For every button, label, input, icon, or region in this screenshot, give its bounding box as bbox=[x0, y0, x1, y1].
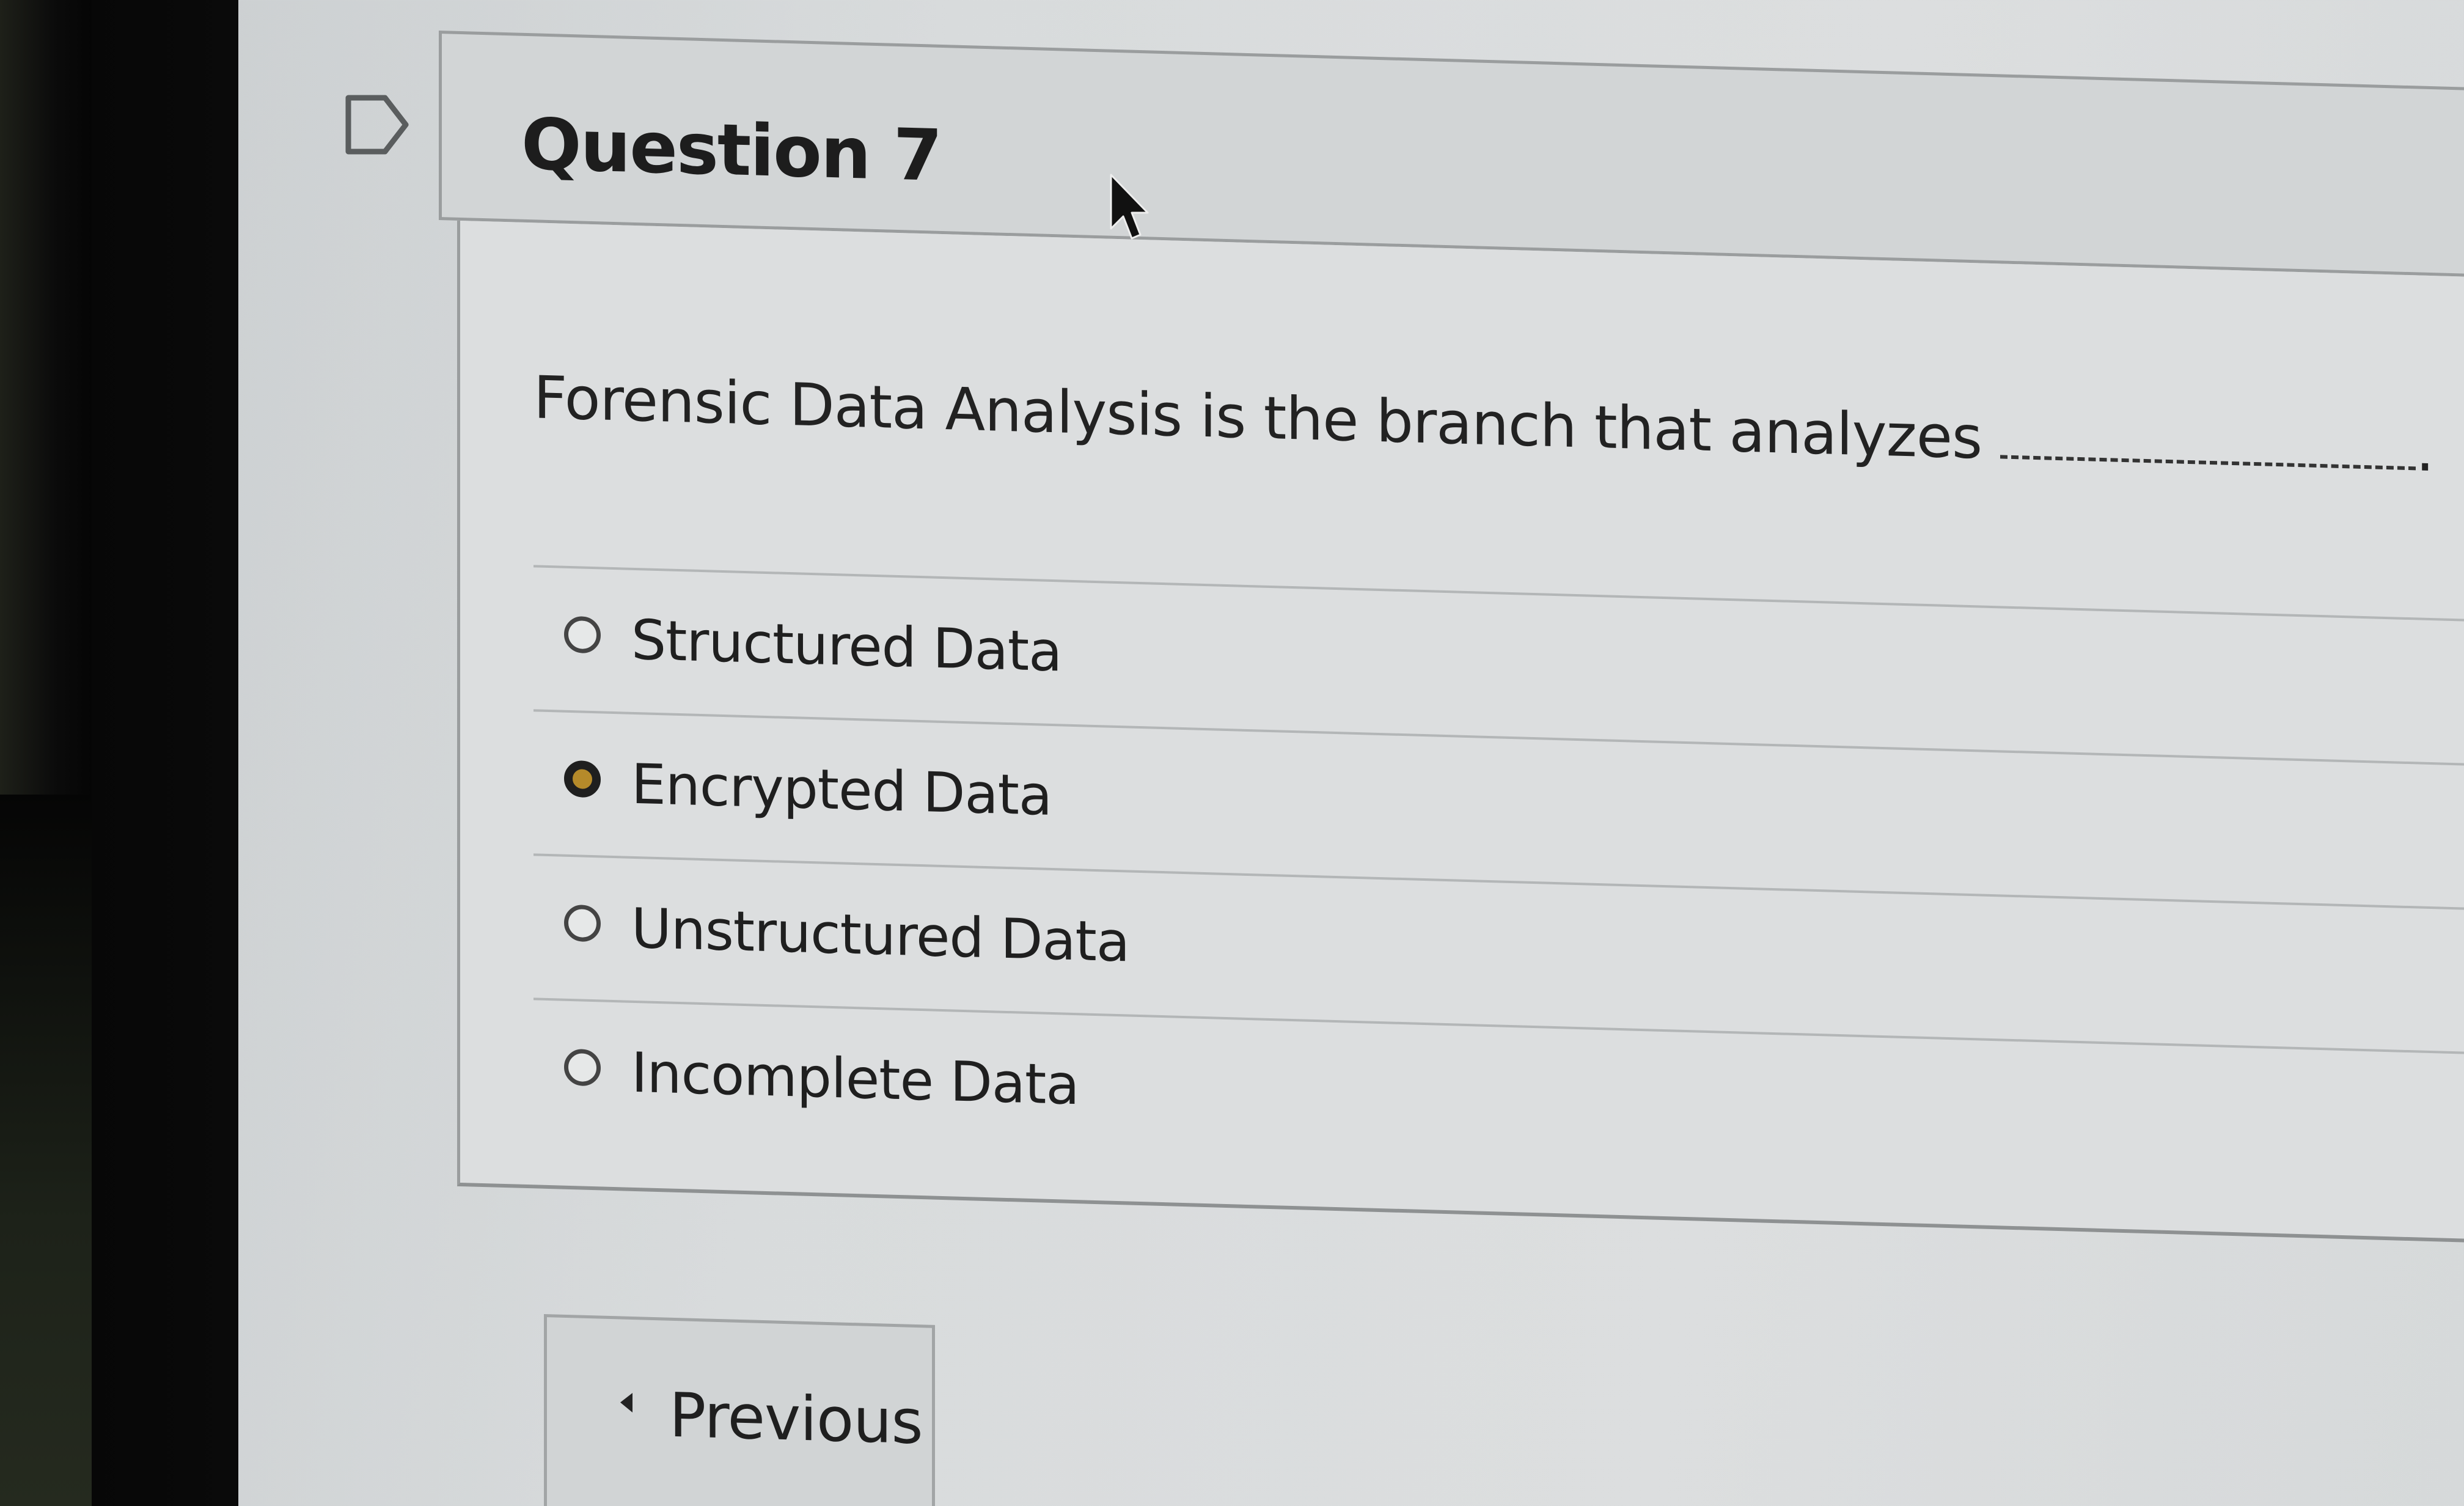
mouse-pointer-icon bbox=[1110, 174, 1149, 240]
question-suffix: . bbox=[2415, 416, 2434, 485]
answer-blank bbox=[2000, 449, 2416, 471]
question-text: Forensic Data Analysis is the branch tha… bbox=[534, 363, 2433, 485]
option-label[interactable]: Structured Data bbox=[631, 608, 1062, 685]
option-label[interactable]: Encrypted Data bbox=[631, 752, 1052, 828]
flag-question-icon[interactable] bbox=[342, 90, 411, 159]
monitor-bezel-left-lower bbox=[0, 795, 92, 1506]
question-title: Question 7 bbox=[521, 103, 942, 197]
question-card: Question 7 Forensic Data Analysis is the… bbox=[439, 31, 2464, 1262]
radio-button-selected[interactable] bbox=[564, 760, 601, 798]
answer-options: Structured Data Encrypted Data Unstructu… bbox=[534, 565, 2464, 1200]
radio-button[interactable] bbox=[564, 904, 601, 942]
option-label[interactable]: Incomplete Data bbox=[631, 1041, 1079, 1117]
question-body: Forensic Data Analysis is the branch tha… bbox=[457, 220, 2464, 1244]
radio-button[interactable] bbox=[564, 615, 601, 654]
radio-button[interactable] bbox=[564, 1048, 601, 1087]
screen: Question 7 Forensic Data Analysis is the… bbox=[0, 0, 2464, 1506]
previous-button[interactable]: Previous bbox=[544, 1314, 935, 1506]
previous-label: Previous bbox=[669, 1379, 923, 1458]
monitor-bezel-inner bbox=[92, 0, 238, 1506]
option-label[interactable]: Unstructured Data bbox=[631, 897, 1129, 975]
chevron-left-icon bbox=[620, 1392, 632, 1413]
question-prompt: Forensic Data Analysis is the branch tha… bbox=[534, 363, 1982, 472]
